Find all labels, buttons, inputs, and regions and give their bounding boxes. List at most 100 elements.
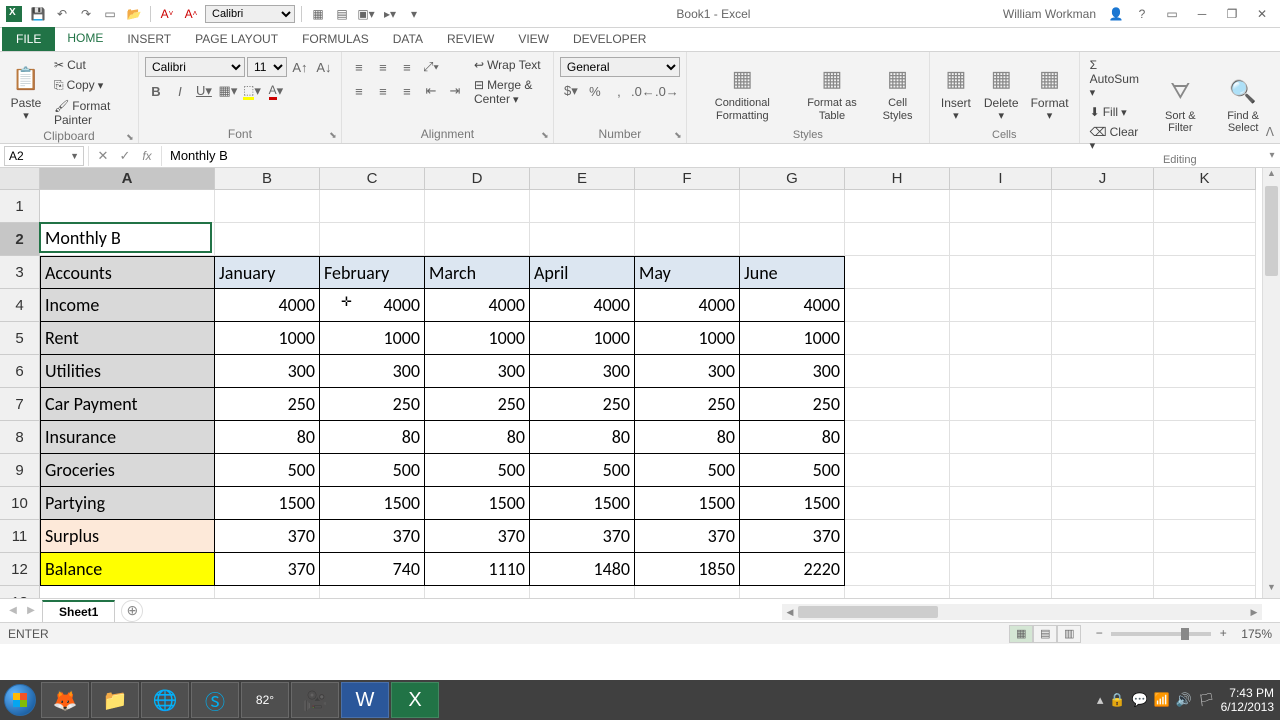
name-box[interactable]: A2▼ [4, 146, 84, 166]
customize-qat-icon[interactable]: ▾ [404, 4, 424, 24]
cell-F13[interactable] [635, 586, 740, 598]
file-tab[interactable]: FILE [2, 27, 55, 51]
excel-app-icon[interactable] [4, 4, 24, 24]
cell-A8[interactable]: Insurance [40, 421, 215, 454]
column-header-B[interactable]: B [215, 168, 320, 190]
cell-G4[interactable]: 4000 [740, 289, 845, 322]
cell-B11[interactable]: 370 [215, 520, 320, 553]
cell-G6[interactable]: 300 [740, 355, 845, 388]
cell-C3[interactable]: February [320, 256, 425, 289]
cell-G11[interactable]: 370 [740, 520, 845, 553]
cell-A6[interactable]: Utilities [40, 355, 215, 388]
cell-K4[interactable] [1154, 289, 1256, 322]
column-header-J[interactable]: J [1052, 168, 1154, 190]
cell-C12[interactable]: 740 [320, 553, 425, 586]
cell-F6[interactable]: 300 [635, 355, 740, 388]
cell-C8[interactable]: 80 [320, 421, 425, 454]
cell-E5[interactable]: 1000 [530, 322, 635, 355]
row-header-2[interactable]: 2 [0, 223, 40, 256]
cell-J12[interactable] [1052, 553, 1154, 586]
row-header-3[interactable]: 3 [0, 256, 40, 289]
cell-G13[interactable] [740, 586, 845, 598]
cell-I12[interactable] [950, 553, 1052, 586]
ribbon-options-icon[interactable]: ▭ [1158, 4, 1186, 24]
cell-I6[interactable] [950, 355, 1052, 388]
tab-home[interactable]: HOME [55, 27, 115, 51]
cell-C4[interactable]: 4000 [320, 289, 425, 322]
cell-D10[interactable]: 1500 [425, 487, 530, 520]
cell-G8[interactable]: 80 [740, 421, 845, 454]
clear-button[interactable]: ⌫ Clear ▾ [1086, 123, 1149, 154]
tab-developer[interactable]: DEVELOPER [561, 27, 658, 51]
user-avatar-icon[interactable]: 👤 [1106, 4, 1126, 24]
cell-C2[interactable] [320, 223, 425, 256]
align-center-button[interactable]: ≡ [372, 80, 394, 102]
cell-J3[interactable] [1052, 256, 1154, 289]
cell-I4[interactable] [950, 289, 1052, 322]
cell-J5[interactable] [1052, 322, 1154, 355]
column-header-H[interactable]: H [845, 168, 950, 190]
format-as-table-button[interactable]: ▦Format as Table [796, 56, 869, 129]
cell-I13[interactable] [950, 586, 1052, 598]
cell-E3[interactable]: April [530, 256, 635, 289]
open-icon[interactable]: 📂 [124, 4, 144, 24]
cell-F3[interactable]: May [635, 256, 740, 289]
clipboard-dialog-launcher-icon[interactable]: ⬊ [124, 132, 136, 144]
cell-C7[interactable]: 250 [320, 388, 425, 421]
cell-H8[interactable] [845, 421, 950, 454]
zoom-level[interactable]: 175% [1241, 627, 1272, 641]
cell-F2[interactable] [635, 223, 740, 256]
cell-K5[interactable] [1154, 322, 1256, 355]
cell-J7[interactable] [1052, 388, 1154, 421]
horizontal-scrollbar[interactable]: ◀ ▶ [782, 604, 1262, 620]
confirm-edit-icon[interactable]: ✓ [115, 146, 135, 166]
cell-J11[interactable] [1052, 520, 1154, 553]
row-header-7[interactable]: 7 [0, 388, 40, 421]
row-header-4[interactable]: 4 [0, 289, 40, 322]
cell-D7[interactable]: 250 [425, 388, 530, 421]
tab-insert[interactable]: INSERT [115, 27, 183, 51]
cell-D11[interactable]: 370 [425, 520, 530, 553]
font-color-button[interactable]: A▾ [265, 80, 287, 102]
restore-icon[interactable]: ❐ [1218, 4, 1246, 24]
tray-volume-icon[interactable]: 🔊 [1176, 692, 1192, 708]
delete-cells-button[interactable]: ▦Delete▾ [980, 56, 1023, 129]
cell-D5[interactable]: 1000 [425, 322, 530, 355]
cell-G9[interactable]: 500 [740, 454, 845, 487]
insert-cells-button[interactable]: ▦Insert▾ [936, 56, 976, 129]
number-format-select[interactable]: General [560, 57, 680, 77]
cell-A1[interactable] [40, 190, 215, 223]
cell-B5[interactable]: 1000 [215, 322, 320, 355]
vertical-scroll-thumb[interactable] [1265, 186, 1278, 276]
tab-formulas[interactable]: FORMULAS [290, 27, 381, 51]
cell-I5[interactable] [950, 322, 1052, 355]
underline-button[interactable]: U▾ [193, 80, 215, 102]
cell-C9[interactable]: 500 [320, 454, 425, 487]
cell-J6[interactable] [1052, 355, 1154, 388]
cell-I11[interactable] [950, 520, 1052, 553]
cell-A7[interactable]: Car Payment [40, 388, 215, 421]
cell-K10[interactable] [1154, 487, 1256, 520]
cell-G10[interactable]: 1500 [740, 487, 845, 520]
cell-H2[interactable] [845, 223, 950, 256]
cell-B3[interactable]: January [215, 256, 320, 289]
cell-I7[interactable] [950, 388, 1052, 421]
tray-action-center-icon[interactable]: 🏳 [1198, 692, 1215, 708]
align-top-button[interactable]: ≡ [348, 56, 370, 78]
cell-K6[interactable] [1154, 355, 1256, 388]
zoom-in-button[interactable]: + [1215, 626, 1231, 642]
cell-F12[interactable]: 1850 [635, 553, 740, 586]
cell-B7[interactable]: 250 [215, 388, 320, 421]
cell-F11[interactable]: 370 [635, 520, 740, 553]
orientation-button[interactable]: ⤢▾ [420, 56, 442, 78]
cell-A13[interactable] [40, 586, 215, 598]
cell-C6[interactable]: 300 [320, 355, 425, 388]
increase-indent-button[interactable]: ⇥ [444, 80, 466, 102]
select-all-cell[interactable] [0, 168, 40, 190]
copy-button[interactable]: ⎘ Copy ▾ [50, 76, 132, 95]
cell-D2[interactable] [425, 223, 530, 256]
cell-E10[interactable]: 1500 [530, 487, 635, 520]
cell-J4[interactable] [1052, 289, 1154, 322]
cell-K8[interactable] [1154, 421, 1256, 454]
cell-E11[interactable]: 370 [530, 520, 635, 553]
